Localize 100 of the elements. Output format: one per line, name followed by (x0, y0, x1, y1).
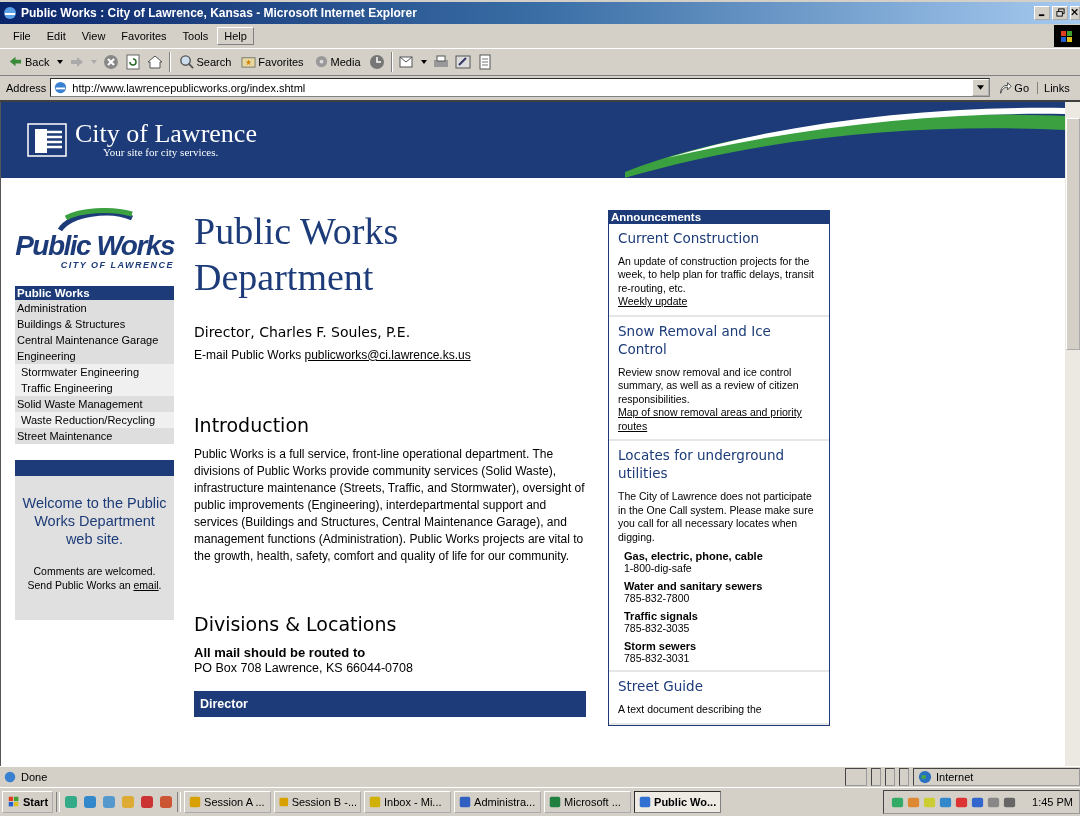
director-name: Director, Charles F. Soules, P.E. (194, 323, 412, 340)
search-icon (179, 54, 195, 70)
home-icon[interactable] (147, 53, 164, 70)
print-icon[interactable] (432, 53, 449, 70)
menu-item[interactable]: Favorites (114, 26, 174, 45)
status-text: Done (21, 771, 49, 784)
intro-paragraph: Public Works is a full service, front-line operational department. The divisions of Public Works provide community services (Solid Waste), infrastructure maintenance (Streets, Traffic, and Stormwater), oversight of public improvements (Engineering), interdepartmental support and services (Buildings and Structures, Central Maintenance Garage), and management functions (Administration). Public Works projects are vital to the growth, health, safety, comfort and quality of life for our community. (194, 445, 586, 565)
mail-icon[interactable] (398, 53, 415, 70)
browser-icon (2, 4, 18, 21)
status-pane (899, 768, 909, 787)
url-text: http://www.lawrencepublicworks.org/index.shtml (72, 81, 306, 94)
menu-item[interactable]: Help (217, 26, 254, 45)
stop-icon[interactable] (103, 53, 120, 70)
app-icon (548, 795, 563, 810)
mail-heading: All mail should be routed to (194, 644, 367, 660)
quick-launch-icon[interactable] (63, 794, 80, 811)
contact-name: Water and sanitary sewers (624, 580, 764, 593)
logo-title: Public Works (15, 231, 174, 260)
announcement-title: Current Construction (618, 228, 760, 247)
close-icon (1071, 8, 1079, 18)
address-field[interactable]: http://www.lawrencepublicworks.org/index.shtml (50, 78, 991, 98)
announcement-text: A text document describing the (618, 703, 763, 717)
announcement-link[interactable]: Weekly update (618, 295, 688, 309)
taskbar-button[interactable]: Microsoft ... (544, 791, 632, 814)
nav-heading: Public Works (15, 285, 174, 300)
contact-phone: 785-832-3035 (624, 622, 691, 635)
status-pane (885, 768, 895, 787)
announcement-title: Locates for underground utilities (618, 446, 786, 483)
email-link[interactable]: email (133, 578, 159, 591)
quick-launch-icon[interactable] (82, 794, 99, 811)
announcement-text: The City of Lawrence does not participate in the One Call system. Please make sure you call for all necessary locates when digging. (618, 490, 815, 545)
quick-launch-icon[interactable] (139, 794, 156, 811)
disc-icon (313, 54, 329, 70)
page-icon (53, 80, 69, 96)
app-icon (458, 795, 473, 810)
building-icon (27, 122, 67, 157)
document-icon[interactable] (476, 53, 493, 70)
start-button[interactable]: Start (2, 791, 54, 814)
comments-text: Comments are welcomed. Send Public Works an email. (26, 563, 163, 592)
announcement-text: An update of construction projects for the week, to help plan for traffic delays, transit re-routing, etc. Weekly update (618, 254, 815, 309)
address-label: Address (6, 81, 47, 94)
email-link[interactable]: publicworks@ci.lawrence.ks.us (304, 347, 471, 362)
clock: 1:45 PM (1032, 796, 1073, 809)
mail-address: PO Box 708 Lawrence, KS 66044-0708 (194, 660, 414, 675)
scrollbar[interactable] (1065, 101, 1080, 767)
contact-name: Storm sewers (624, 640, 698, 653)
page-icon (3, 770, 17, 785)
status-pane (845, 768, 867, 787)
refresh-icon[interactable] (125, 53, 142, 70)
site-title: City of Lawrence (75, 121, 257, 148)
menu-item[interactable]: Edit (39, 26, 73, 45)
go-button[interactable]: Go (994, 80, 1034, 95)
back-button[interactable]: Back (6, 54, 52, 70)
menu-item[interactable]: File (6, 26, 38, 45)
contact-phone: 785-832-3031 (624, 652, 691, 665)
globe-icon (918, 770, 932, 785)
status-pane (871, 768, 881, 787)
taskbar-button[interactable]: Inbox - Mi... (364, 791, 452, 814)
restore-icon (1055, 8, 1065, 18)
app-icon (368, 795, 383, 810)
app-icon (638, 795, 653, 810)
zone-text: Internet (936, 771, 974, 784)
email-line: E-mail Public Works publicworks@ci.lawrence.ks.us (194, 347, 472, 362)
star-folder-icon (241, 54, 257, 70)
go-arrow-icon (998, 80, 1013, 95)
app-icon (188, 795, 203, 810)
contact-name: Traffic signals (624, 610, 699, 623)
restore-button[interactable] (1052, 5, 1068, 20)
announcement-text: Review snow removal and ice control summary, as well as a review of citizen responsibilities. Map of snow removal areas and priority routes (618, 365, 820, 434)
announcement-title: Street Guide (618, 677, 704, 696)
dropdown-arrow-icon[interactable] (57, 59, 64, 64)
taskbar-button[interactable]: Public Wo... (634, 791, 722, 814)
quick-launch-icon[interactable] (101, 794, 118, 811)
dropdown-arrow-icon[interactable] (420, 59, 427, 64)
search-button[interactable]: Search (177, 54, 234, 70)
menu-item[interactable]: View (74, 26, 113, 45)
media-button[interactable]: Media (311, 54, 363, 70)
section-heading: Introduction (194, 413, 311, 436)
welcome-heading: Welcome to the Public Works Department web site. (21, 493, 168, 548)
favorites-button[interactable]: Favorites (239, 54, 306, 70)
page-title: Public Works Department (194, 208, 400, 300)
edit-icon[interactable] (454, 53, 471, 70)
contact-name: Gas, electric, phone, cable (624, 550, 764, 563)
links-button[interactable]: Links (1037, 81, 1070, 94)
announcement-link[interactable]: Map of snow removal areas and priority routes (618, 406, 820, 434)
close-button[interactable] (1070, 5, 1080, 20)
logo-subtitle: CITY OF LAWRENCE (60, 259, 174, 270)
taskbar-button[interactable]: Administra... (454, 791, 542, 814)
history-icon[interactable] (368, 53, 385, 70)
contact-phone: 1-800-dig-safe (624, 562, 693, 575)
minimize-button[interactable] (1034, 5, 1050, 20)
dropdown-button[interactable] (972, 79, 990, 97)
caret-icon (977, 85, 985, 91)
window-title: Public Works : City of Lawrence, Kansas - Microsoft Internet Explorer (21, 5, 417, 20)
quick-launch-icon[interactable] (158, 794, 175, 811)
table-header: Director (194, 690, 586, 717)
taskbar-button[interactable]: Session A ... (184, 791, 272, 814)
site-tagline: Your site for city services. (103, 147, 220, 159)
taskbar-button[interactable]: Session B -... (274, 791, 362, 814)
menu-item[interactable]: Tools (175, 26, 216, 45)
